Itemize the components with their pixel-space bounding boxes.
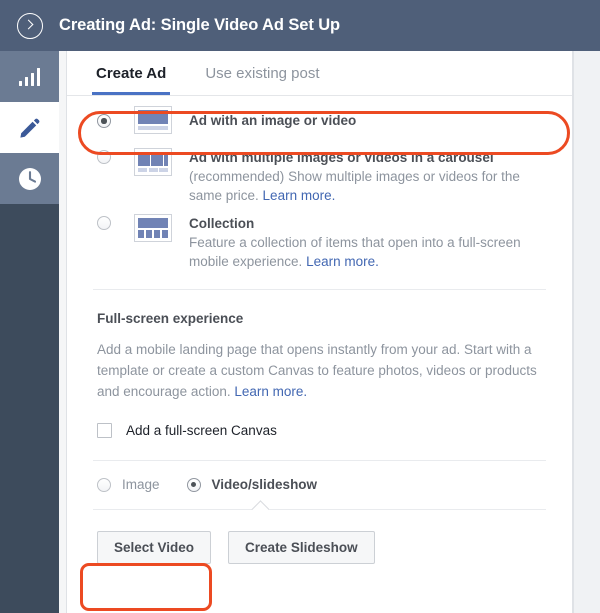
card-body: Ad with an image or video Ad with multip… <box>67 96 572 613</box>
tab-use-existing-post-label: Use existing post <box>205 65 319 82</box>
left-rail <box>0 51 59 613</box>
select-video-button[interactable]: Select Video <box>97 531 211 564</box>
format-option-carousel-text: Ad with multiple images or videos in a c… <box>189 148 546 205</box>
create-slideshow-button[interactable]: Create Slideshow <box>228 531 375 564</box>
tab-use-existing-post[interactable]: Use existing post <box>201 51 323 95</box>
radio-format-collection[interactable] <box>97 216 111 230</box>
create-ad-card: Create Ad Use existing post Ad with an i… <box>66 51 573 613</box>
format-option-carousel[interactable]: Ad with multiple images or videos in a c… <box>93 144 546 205</box>
fullscreen-desc-text: Add a mobile landing page that opens ins… <box>97 342 537 399</box>
format-option-collection-text: Collection Feature a collection of items… <box>189 214 546 271</box>
page-title: Creating Ad: Single Video Ad Set Up <box>59 16 340 35</box>
divider-formats <box>93 289 546 290</box>
fullscreen-section-desc: Add a mobile landing page that opens ins… <box>97 339 546 402</box>
creating-ad-window: Creating Ad: Single Video Ad Set Up <box>0 0 600 613</box>
sidebar-item-create-edit[interactable] <box>0 102 59 153</box>
radio-format-carousel[interactable] <box>97 150 111 164</box>
pencil-icon <box>17 115 43 141</box>
sidebar-item-measure-report[interactable] <box>0 51 59 102</box>
collapse-panel-button[interactable] <box>0 0 59 51</box>
divider-media-mode <box>93 509 546 510</box>
tab-create-ad-label: Create Ad <box>96 65 166 82</box>
media-action-buttons: Select Video Create Slideshow <box>97 531 546 564</box>
divider-fullscreen <box>93 460 546 461</box>
single-image-thumb-icon <box>134 106 172 134</box>
checkbox-add-fullscreen-canvas-label: Add a full-screen Canvas <box>126 423 277 438</box>
format-option-carousel-sub: (recommended) <box>189 169 284 184</box>
format-option-single-title: Ad with an image or video <box>189 113 356 128</box>
radio-media-video-slideshow[interactable] <box>187 478 201 492</box>
checkbox-add-fullscreen-canvas[interactable] <box>97 423 112 438</box>
format-option-collection[interactable]: Collection Feature a collection of items… <box>93 205 546 271</box>
collection-learn-more-link[interactable]: Learn more. <box>306 254 379 269</box>
fullscreen-learn-more-link[interactable]: Learn more. <box>234 384 307 399</box>
media-mode-row: Image Video/slideshow <box>97 477 546 492</box>
fullscreen-section-title: Full-screen experience <box>97 311 546 326</box>
content-area: Create Ad Use existing post Ad with an i… <box>59 51 573 613</box>
fullscreen-canvas-row[interactable]: Add a full-screen Canvas <box>97 423 546 438</box>
caret-up-icon <box>251 500 269 510</box>
format-option-single-text: Ad with an image or video <box>189 111 356 130</box>
bar-chart-icon <box>19 68 41 86</box>
media-mode-video-slideshow-label: Video/slideshow <box>212 477 318 492</box>
radio-media-image[interactable] <box>97 478 111 492</box>
tab-bar: Create Ad Use existing post <box>67 51 572 96</box>
circle-chevron-right-icon <box>17 13 43 39</box>
collection-thumb-icon <box>134 214 172 242</box>
clock-icon <box>17 166 43 192</box>
media-mode-image[interactable]: Image <box>97 477 160 492</box>
format-option-collection-title: Collection <box>189 216 254 231</box>
media-mode-video-slideshow[interactable]: Video/slideshow <box>187 477 318 492</box>
sidebar-item-history[interactable] <box>0 153 59 204</box>
right-gutter <box>573 51 600 613</box>
radio-format-single[interactable] <box>97 114 111 128</box>
format-option-carousel-title: Ad with multiple images or videos in a c… <box>189 150 494 165</box>
media-mode-image-label: Image <box>122 477 160 492</box>
carousel-learn-more-link[interactable]: Learn more. <box>263 188 336 203</box>
tab-create-ad[interactable]: Create Ad <box>92 51 170 95</box>
window-header: Creating Ad: Single Video Ad Set Up <box>0 0 600 51</box>
format-option-single[interactable]: Ad with an image or video <box>93 96 546 144</box>
carousel-thumb-icon <box>134 148 172 176</box>
